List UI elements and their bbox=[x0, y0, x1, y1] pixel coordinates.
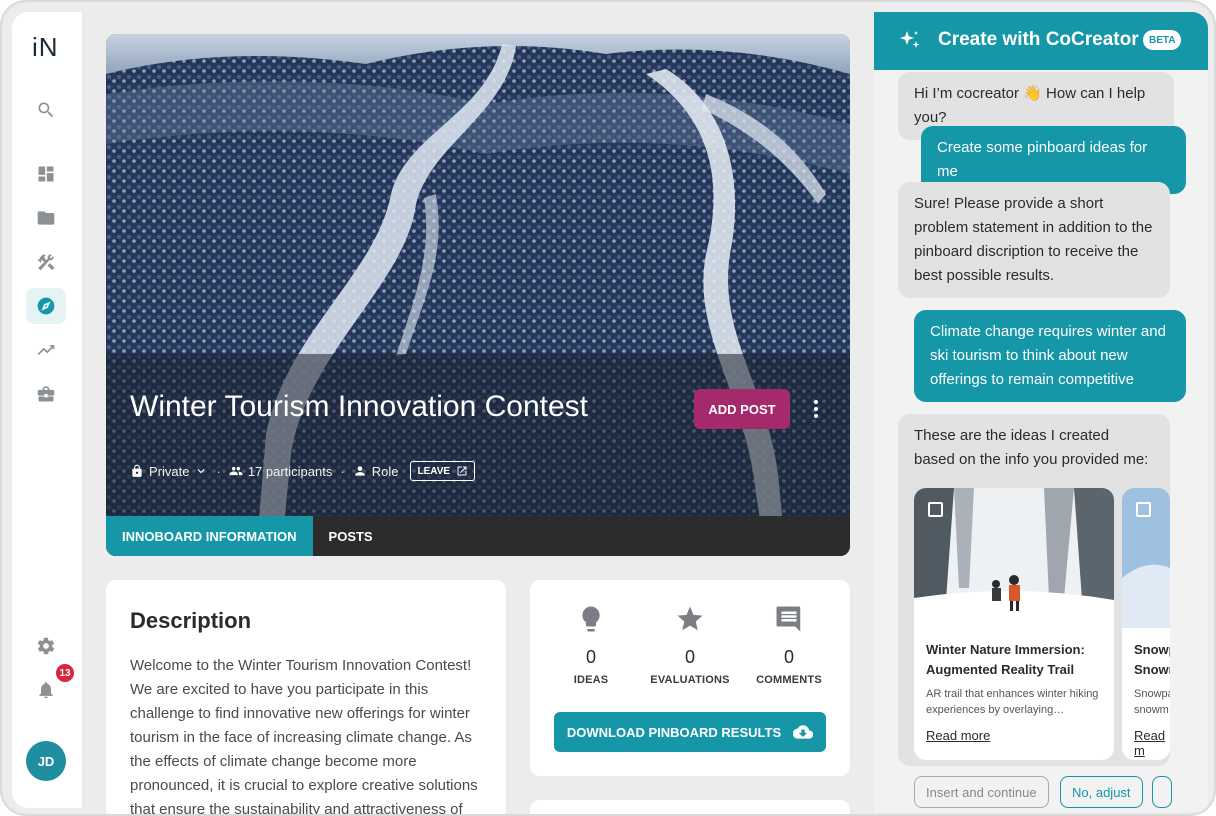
left-sidebar: iN 13 JD bbox=[12, 12, 82, 808]
next-card bbox=[530, 800, 850, 814]
comments-stat: 0 COMMENTS bbox=[744, 604, 834, 686]
dashboard-icon[interactable] bbox=[26, 156, 66, 192]
external-link-icon bbox=[457, 466, 467, 476]
star-icon bbox=[677, 606, 703, 631]
description-text: Welcome to the Winter Tourism Innovation… bbox=[130, 657, 478, 816]
meta-separator: · bbox=[216, 463, 221, 479]
description-title: Description bbox=[130, 608, 252, 633]
app-frame: iN 13 JD Winter Tourism Innovation Conte… bbox=[0, 0, 1216, 816]
evaluations-count: 0 bbox=[684, 647, 695, 667]
idea-select-checkbox[interactable] bbox=[928, 502, 943, 517]
notification-count-badge: 13 bbox=[56, 664, 74, 682]
description-card: Description Welcome to the Winter Touris… bbox=[106, 580, 506, 816]
comments-count: 0 bbox=[783, 647, 794, 667]
board-tabs: INNOBOARD INFORMATION POSTS bbox=[106, 516, 850, 556]
more-actions-chip[interactable] bbox=[1152, 776, 1172, 808]
people-icon bbox=[229, 466, 243, 476]
person-icon bbox=[355, 466, 365, 476]
participants-label: 17 participants bbox=[247, 463, 333, 479]
sparkle-icon bbox=[900, 31, 920, 48]
more-options-icon[interactable] bbox=[806, 399, 826, 419]
add-post-button[interactable]: ADD POST bbox=[694, 389, 790, 429]
gear-icon[interactable] bbox=[26, 628, 66, 664]
idea-image bbox=[914, 488, 1114, 628]
page-title: Winter Tourism Innovation Contest bbox=[130, 390, 588, 423]
idea-card[interactable]: Snowpark Snowm Snowpark snowm Read m bbox=[1122, 488, 1170, 760]
app-logo[interactable]: iN bbox=[32, 32, 59, 63]
pinboard-stats-card: 0 IDEAS 0 EVALUATIONS 0 COMMENTS DOWNLOA… bbox=[530, 580, 850, 776]
evaluations-label: EVALUATIONS bbox=[650, 674, 730, 686]
privacy-dropdown[interactable]: Private bbox=[130, 464, 208, 479]
role: Role bbox=[353, 463, 399, 479]
chat-message-user: Climate change requires winter and ski t… bbox=[914, 310, 1186, 402]
idea-description: AR trail that enhances winter hiking exp… bbox=[926, 688, 1099, 716]
idea-description: Snowpark snowm bbox=[1134, 688, 1170, 716]
download-pinboard-results-button[interactable]: DOWNLOAD PINBOARD RESULTS bbox=[554, 712, 826, 752]
cocreator-title: Create with CoCreator bbox=[938, 29, 1139, 50]
folder-icon[interactable] bbox=[26, 200, 66, 236]
innoboard-hero: Winter Tourism Innovation Contest ADD PO… bbox=[106, 34, 850, 556]
idea-card[interactable]: Winter Nature Immersion: Augmented Reali… bbox=[914, 488, 1114, 760]
read-more-link[interactable]: Read m bbox=[1134, 728, 1170, 758]
hero-overlay bbox=[106, 354, 850, 516]
idea-select-checkbox[interactable] bbox=[1136, 502, 1151, 517]
beta-badge: BETA bbox=[1143, 30, 1182, 50]
ideas-count: 0 bbox=[585, 647, 596, 667]
briefcase-icon[interactable] bbox=[26, 376, 66, 412]
download-label: DOWNLOAD PINBOARD RESULTS bbox=[566, 724, 782, 740]
chevron-down-icon bbox=[197, 469, 205, 474]
trending-icon[interactable] bbox=[26, 332, 66, 368]
cocreator-panel: Create with CoCreator BETA Hi I’m cocrea… bbox=[874, 12, 1208, 812]
lock-icon bbox=[132, 464, 142, 477]
participants[interactable]: 17 participants bbox=[229, 463, 333, 479]
cocreator-header: Create with CoCreator BETA bbox=[874, 12, 1208, 70]
cloud-download-icon bbox=[793, 725, 814, 739]
idea-title: Winter Nature Immersion: Augmented Reali… bbox=[926, 642, 1085, 677]
no-adjust-button[interactable]: No, adjust bbox=[1060, 776, 1143, 808]
tab-posts[interactable]: POSTS bbox=[313, 516, 389, 556]
leave-label: LEAVE bbox=[417, 465, 451, 477]
bell-icon[interactable]: 13 bbox=[26, 664, 74, 708]
read-more-link[interactable]: Read more bbox=[926, 728, 990, 743]
tools-icon[interactable] bbox=[26, 244, 66, 280]
evaluations-stat: 0 EVALUATIONS bbox=[645, 604, 735, 686]
board-meta: Private · 17 participants · Role LEAVE bbox=[130, 461, 476, 481]
compass-icon[interactable] bbox=[26, 288, 66, 324]
meta-separator: · bbox=[340, 463, 345, 479]
idea-title: Snowpark Snowm bbox=[1134, 642, 1170, 677]
comment-icon bbox=[776, 606, 801, 632]
leave-button[interactable]: LEAVE bbox=[410, 461, 476, 481]
ideas-intro-text: These are the ideas I created based on t… bbox=[914, 427, 1149, 468]
comments-label: COMMENTS bbox=[756, 674, 822, 686]
tab-innoboard-information[interactable]: INNOBOARD INFORMATION bbox=[106, 516, 313, 556]
ideas-label: IDEAS bbox=[573, 674, 609, 686]
lightbulb-icon bbox=[582, 606, 600, 632]
chat-message-bot: Sure! Please provide a short problem sta… bbox=[898, 182, 1170, 298]
insert-and-continue-button[interactable]: Insert and continue bbox=[914, 776, 1049, 808]
role-label: Role bbox=[371, 463, 399, 479]
ideas-stat: 0 IDEAS bbox=[546, 604, 636, 686]
user-avatar[interactable]: JD bbox=[26, 741, 66, 781]
privacy-label: Private bbox=[149, 463, 190, 479]
search-icon[interactable] bbox=[26, 92, 66, 128]
